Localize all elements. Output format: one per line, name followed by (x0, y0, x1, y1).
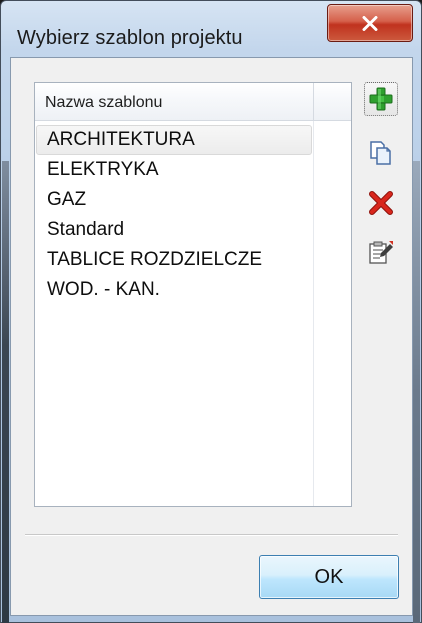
copy-icon (368, 140, 394, 166)
close-icon (362, 15, 378, 31)
footer-separator (25, 534, 398, 536)
column-gridline (313, 121, 314, 506)
copy-template-button[interactable] (364, 136, 398, 170)
window-title: Wybierz szablon projektu (17, 27, 243, 49)
column-header-template-name[interactable]: Nazwa szablonu (45, 94, 162, 112)
list-item[interactable]: Standard (36, 215, 312, 245)
template-list[interactable]: Nazwa szablonu ARCHITEKTURA ELEKTRYKA GA… (34, 82, 352, 507)
add-plus-icon (369, 87, 393, 111)
list-item[interactable]: ARCHITEKTURA (36, 125, 312, 155)
template-properties-button[interactable] (364, 235, 398, 269)
add-template-button[interactable] (364, 82, 398, 116)
dialog-client-area: Nazwa szablonu ARCHITEKTURA ELEKTRYKA GA… (10, 57, 413, 616)
list-item[interactable]: TABLICE ROZDZIELCZE (36, 245, 312, 275)
window-frame-left (2, 161, 9, 623)
template-rows: ARCHITEKTURA ELEKTRYKA GAZ Standard TABL… (36, 125, 312, 305)
ok-button[interactable]: OK (259, 555, 399, 599)
delete-template-button[interactable] (364, 186, 398, 220)
list-item[interactable]: ELEKTRYKA (36, 155, 312, 185)
column-divider[interactable] (313, 83, 314, 121)
list-header[interactable]: Nazwa szablonu (35, 83, 351, 121)
close-button[interactable] (327, 4, 413, 42)
properties-icon (368, 239, 394, 265)
list-item[interactable]: WOD. - KAN. (36, 275, 312, 305)
delete-x-icon (369, 191, 393, 215)
list-item[interactable]: GAZ (36, 185, 312, 215)
dialog-window: Wybierz szablon projektu Nazwa szablonu … (0, 0, 422, 623)
window-frame-right (413, 161, 420, 623)
